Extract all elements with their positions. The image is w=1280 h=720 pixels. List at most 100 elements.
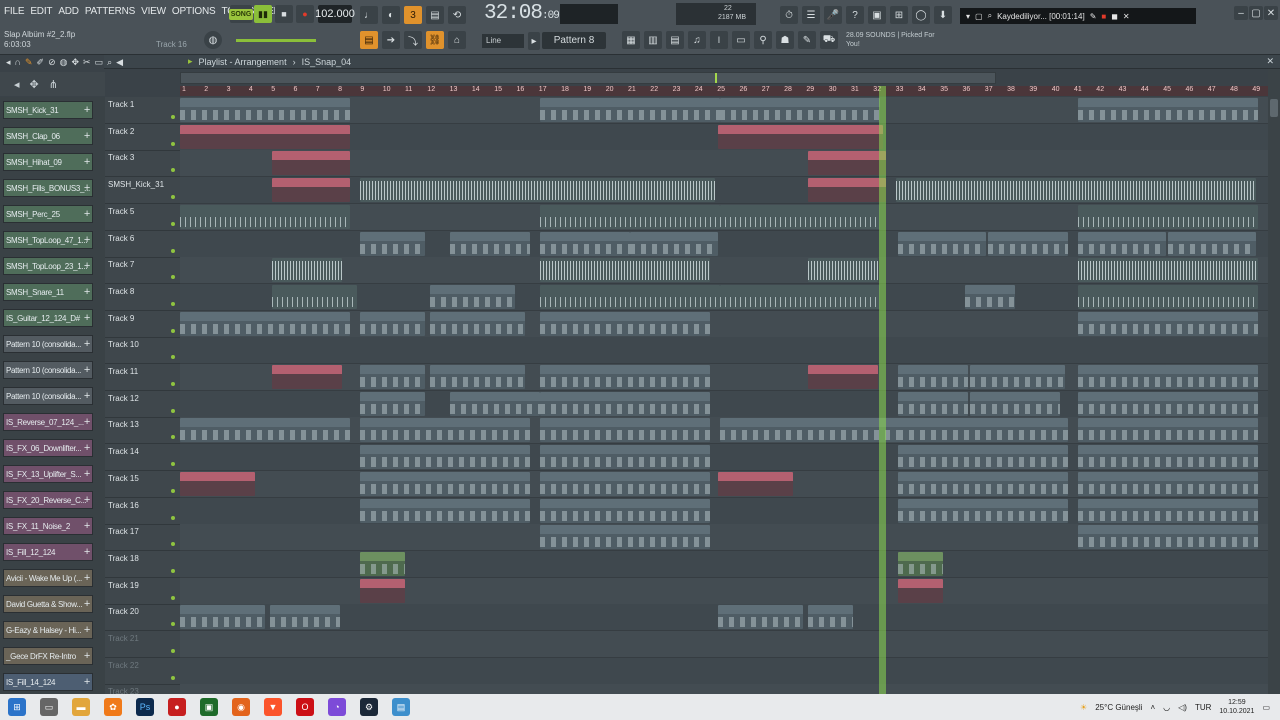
add-icon[interactable]: +: [84, 416, 90, 428]
playlist-clip[interactable]: Sonatina...rum #2: [360, 471, 530, 496]
track-mute-led[interactable]: [171, 462, 175, 467]
record-button[interactable]: ●: [296, 5, 314, 23]
playlist-clip[interactable]: Pattern 9: [430, 365, 525, 389]
playlist-clip[interactable]: [540, 284, 720, 309]
vertical-scrollbar[interactable]: [1268, 69, 1280, 694]
pattern-select[interactable]: Pattern 8: [542, 32, 606, 49]
playlist-clip[interactable]: IS_FX_0...er_4_124: [272, 365, 342, 389]
playlist-clip[interactable]: IS_FX_20...rash_124: [718, 471, 793, 496]
playlist-clip[interactable]: Sonatina Vi...Violin - 64: [450, 391, 540, 416]
messenger-icon[interactable]: ◔: [328, 698, 346, 716]
fl-studio-icon[interactable]: ✿: [104, 698, 122, 716]
channel-rack-icon[interactable]: ▤: [666, 31, 684, 49]
track-mute-led[interactable]: [171, 542, 175, 547]
chat-icon[interactable]: ◯: [912, 6, 930, 24]
playlist-clip[interactable]: Pattern 11: [430, 284, 515, 309]
playlist-grid[interactable]: Pattern 14 Pattern 16 Pattern 14 Pattern 16…: [180, 97, 1268, 694]
playlist-clip[interactable]: Pattern 13: [540, 525, 710, 550]
playlist-icon[interactable]: ▦: [622, 31, 640, 49]
track-lane[interactable]: [180, 577, 1268, 605]
track-mute-led[interactable]: [171, 382, 175, 386]
playlist-clip[interactable]: Pattern 13: [1078, 525, 1258, 550]
pattern-arrow-icon[interactable]: ▸: [528, 32, 540, 50]
pen-icon[interactable]: ✎: [1090, 12, 1097, 21]
playlist-clip[interactable]: SMSH_TopLo...47_105BPM: [1078, 365, 1258, 389]
playlist-clip[interactable]: Pattern 16: [540, 98, 720, 122]
playlist-clip[interactable]: [272, 258, 342, 283]
playlist-clip[interactable]: [1078, 204, 1258, 229]
playhead[interactable]: [879, 86, 886, 694]
close-icon[interactable]: ✕: [1264, 6, 1278, 20]
playlist-clip[interactable]: [540, 258, 710, 283]
delete-tool-icon[interactable]: ⊘: [48, 57, 56, 68]
track-mute-led[interactable]: [171, 115, 175, 119]
playlist-clip[interactable]: SMSH_Snare...nel pitch: [808, 178, 886, 203]
playlist-clip[interactable]: [720, 284, 880, 309]
track-mute-led[interactable]: [171, 515, 175, 520]
paint-tool-icon[interactable]: ✐: [37, 57, 45, 68]
playlist-clip[interactable]: Sonatina Vio...02 Orchestra: [1078, 445, 1258, 470]
help-icon[interactable]: ?: [846, 6, 864, 24]
track-mute-led[interactable]: [171, 248, 175, 253]
add-icon[interactable]: +: [84, 312, 90, 324]
close-record-icon[interactable]: ✕: [1123, 12, 1130, 21]
add-icon[interactable]: +: [84, 390, 90, 402]
add-icon[interactable]: +: [84, 572, 90, 584]
track-mute-led[interactable]: [171, 141, 175, 146]
add-icon[interactable]: +: [84, 130, 90, 142]
playlist-clip[interactable]: Pattern 12: [988, 231, 1068, 256]
add-icon[interactable]: +: [84, 338, 90, 350]
track-mute-led[interactable]: [171, 568, 175, 573]
track-header[interactable]: Track 15: [105, 471, 180, 498]
menu-item[interactable]: PATTERNS: [85, 6, 135, 17]
countdown-icon[interactable]: 3: [404, 6, 422, 24]
track-lane[interactable]: [180, 657, 1268, 685]
playlist-clip[interactable]: Pattern 15: [270, 605, 340, 630]
zoom-icon[interactable]: ⌕: [988, 11, 992, 21]
playlist-clip[interactable]: Pattern 8: [430, 311, 525, 336]
track-header[interactable]: Track 2: [105, 124, 180, 151]
playlist-clip[interactable]: IS_FX_20...rash_124: [180, 471, 255, 496]
playlist-clip[interactable]: [180, 204, 350, 229]
playlist-clip[interactable]: Pattern 16: [1078, 98, 1258, 122]
playlist-clip[interactable]: Pattern 15: [718, 605, 803, 630]
magnet-icon[interactable]: ∩: [15, 57, 21, 67]
playlist-clip[interactable]: [540, 204, 720, 229]
track-lane[interactable]: [180, 631, 1268, 658]
microphone-icon[interactable]: 🎤: [824, 6, 842, 24]
playlist-clip[interactable]: Serum: [360, 231, 425, 256]
playlist-clip[interactable]: [720, 204, 880, 229]
playlist-overview-scrollbar[interactable]: [180, 72, 996, 84]
zoom-tool-icon[interactable]: ⌕: [107, 57, 112, 68]
playlist-clip[interactable]: Sonatina Viol...zone Classic: [180, 418, 350, 443]
browser-item[interactable]: Avicii - Wake Me Up (... +: [3, 569, 93, 587]
playlist-clip[interactable]: [360, 178, 715, 203]
playlist-clip[interactable]: Pattern 9: [970, 365, 1065, 389]
track-lane[interactable]: [180, 684, 1268, 694]
playlist-clip[interactable]: Pattern 8: [360, 311, 425, 336]
playlist-clip[interactable]: [1078, 284, 1258, 309]
network-icon[interactable]: ◡: [1163, 703, 1170, 712]
terminal-icon[interactable]: ▣: [200, 698, 218, 716]
playlist-clip[interactable]: Sonatina Viol...zone Classic: [540, 418, 710, 443]
playlist-clip[interactable]: Pattern 9: [898, 365, 968, 389]
shop-icon[interactable]: ⛟: [820, 31, 838, 49]
browser-item[interactable]: Pattern 10 (consolida... +: [3, 335, 93, 353]
track-mute-led[interactable]: [171, 195, 175, 200]
mixer-view-icon[interactable]: ♫: [688, 31, 706, 49]
weather-text[interactable]: 25°C Güneşli: [1095, 703, 1142, 712]
add-icon[interactable]: +: [84, 182, 90, 194]
playlist-clip[interactable]: Sonatina Vio...4 - Serum #2: [1078, 471, 1258, 496]
add-icon[interactable]: +: [84, 468, 90, 480]
notifications-icon[interactable]: ▭: [1262, 703, 1270, 712]
steam-icon[interactable]: ⚙: [360, 698, 378, 716]
browser-item[interactable]: IS_FX_13_Uplifter_S... +: [3, 465, 93, 483]
menu-item[interactable]: EDIT: [30, 6, 52, 17]
piano-roll-icon[interactable]: ▥: [644, 31, 662, 49]
playlist-clip[interactable]: SMSH_Snar...el volume: [808, 151, 886, 176]
track-mute-led[interactable]: [171, 675, 175, 680]
metronome-icon[interactable]: ♩: [360, 6, 378, 24]
playlist-clip[interactable]: SMSH_TopLo...47_105BPM: [540, 365, 710, 389]
playlist-clip[interactable]: Sonatina Viol...zone Classic: [1078, 418, 1258, 443]
playlist-clip[interactable]: Pattern 9: [360, 365, 425, 389]
